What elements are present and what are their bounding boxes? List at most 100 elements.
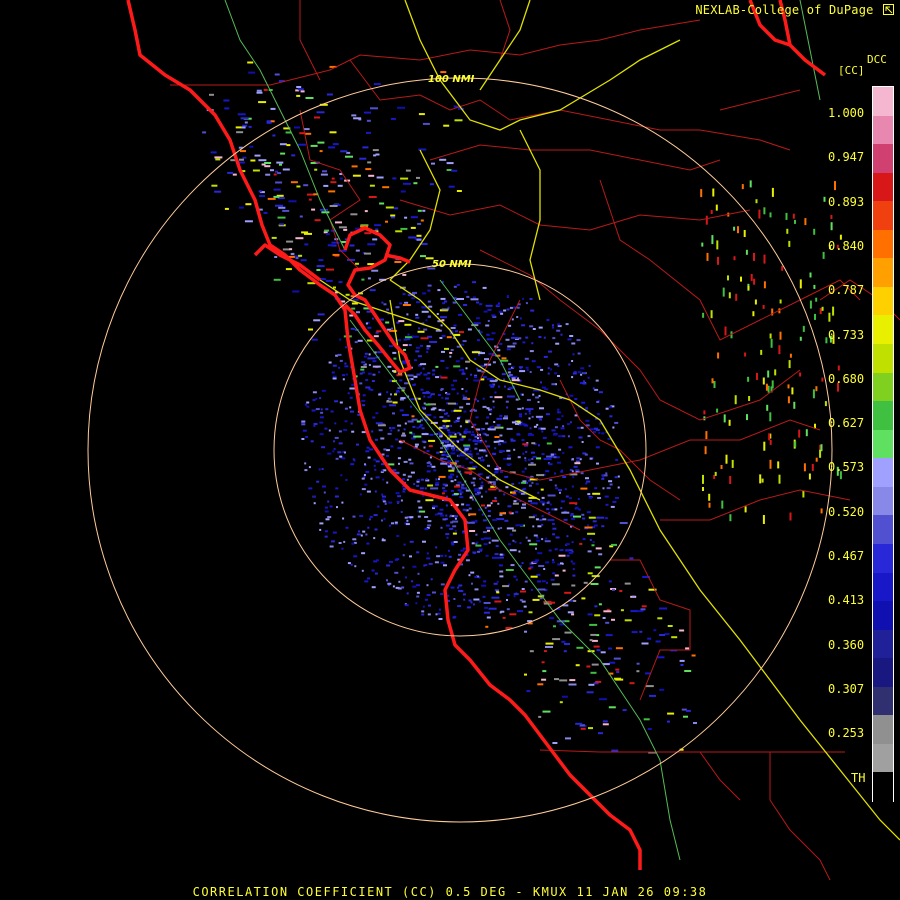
- radar-map: 100 NMI 50 NMI: [0, 0, 900, 900]
- echo-pixel: [432, 369, 436, 372]
- echo-pixel: [582, 517, 586, 520]
- echo-pixel: [353, 459, 356, 462]
- echo-pixel: [479, 441, 483, 444]
- echo-pixel: [608, 480, 613, 483]
- echo-pixel: [447, 414, 450, 417]
- echo-pixel: [371, 317, 374, 320]
- echo-pixel: [486, 616, 491, 619]
- echo-pixel: [571, 584, 576, 587]
- echo-pixel: [417, 222, 422, 225]
- echo-pixel: [582, 371, 586, 374]
- echo-pixel: [577, 498, 580, 500]
- echo-pixel: [496, 518, 505, 521]
- echo-pixel: [588, 727, 593, 730]
- echo-pixel: [555, 342, 560, 345]
- echo-pixel: [591, 639, 598, 642]
- echo-pixel: [513, 448, 516, 451]
- echo-pixel: [566, 535, 569, 538]
- external-link-icon[interactable]: [883, 4, 894, 15]
- echo-pixel: [647, 637, 652, 640]
- echo-pixel: [617, 475, 620, 478]
- echo-pixel: [430, 487, 439, 490]
- echo-pixel: [506, 348, 511, 351]
- echo-pixel: [402, 344, 408, 347]
- echo-pixel: [306, 405, 310, 408]
- echo-pixel: [737, 226, 739, 234]
- echo-pixel: [498, 310, 503, 313]
- echo-pixel: [473, 484, 476, 487]
- echo-pixel: [480, 459, 485, 462]
- echo-pixel: [490, 380, 497, 383]
- echo-pixel: [465, 360, 471, 363]
- echo-pixel: [478, 457, 481, 460]
- echo-pixel: [345, 478, 348, 481]
- echo-pixel: [536, 474, 545, 477]
- echo-pixel: [474, 376, 478, 378]
- echo-pixel: [601, 432, 605, 435]
- echo-pixel: [745, 249, 748, 255]
- echo-pixel: [290, 181, 298, 184]
- echo-pixel: [474, 447, 478, 450]
- echo-pixel: [571, 470, 574, 473]
- echo-pixel: [452, 525, 457, 528]
- echo-pixel: [491, 452, 496, 455]
- echo-pixel: [601, 477, 605, 480]
- echo-pixel: [455, 360, 460, 363]
- echo-pixel: [362, 394, 366, 397]
- echo-pixel: [317, 141, 325, 144]
- echo-pixel: [263, 211, 268, 214]
- echo-pixel: [575, 506, 579, 509]
- echo-pixel: [426, 450, 430, 453]
- echo-pixel: [496, 580, 499, 583]
- echo-pixel: [209, 93, 214, 96]
- echo-pixel: [440, 561, 445, 564]
- echo-pixel: [594, 614, 601, 617]
- echo-pixel: [593, 645, 600, 648]
- echo-pixel: [420, 344, 423, 347]
- echo-pixel: [421, 310, 429, 313]
- echo-pixel: [369, 289, 376, 292]
- echo-pixel: [521, 393, 524, 396]
- echo-pixel: [344, 365, 349, 368]
- echo-pixel: [443, 490, 448, 492]
- echo-pixel: [274, 73, 280, 76]
- echo-pixel: [487, 428, 496, 431]
- echo-pixel: [459, 454, 464, 457]
- echo-pixel: [470, 373, 473, 376]
- echo-pixel: [394, 558, 398, 561]
- echo-pixel: [402, 566, 405, 569]
- echo-pixel: [430, 578, 433, 581]
- echo-pixel: [419, 510, 426, 513]
- echo-pixel: [569, 394, 574, 397]
- echo-pixel: [374, 572, 378, 575]
- echo-pixel: [352, 298, 359, 301]
- echo-pixel: [343, 540, 346, 543]
- echo-pixel: [429, 456, 432, 459]
- echo-pixel: [409, 462, 414, 465]
- echo-pixel: [532, 393, 535, 396]
- echo-pixel: [565, 323, 569, 326]
- echo-pixel: [504, 475, 509, 478]
- echo-pixel: [423, 402, 426, 405]
- echo-pixel: [461, 590, 464, 593]
- echo-pixel: [295, 257, 299, 260]
- echo-pixel: [547, 367, 550, 370]
- echo-pixel: [421, 427, 425, 430]
- echo-pixel: [372, 373, 376, 376]
- echo-pixel: [319, 433, 324, 436]
- echo-pixel: [407, 333, 410, 336]
- echo-pixel: [410, 471, 415, 474]
- echo-pixel: [527, 434, 534, 436]
- echo-pixel: [541, 678, 547, 681]
- echo-pixel: [304, 462, 307, 465]
- echo-pixel: [320, 408, 323, 411]
- echo-pixel: [571, 360, 574, 362]
- echo-pixel: [370, 107, 378, 110]
- echo-pixel: [416, 584, 420, 587]
- echo-pixel: [578, 436, 583, 439]
- echo-pixel: [394, 207, 399, 210]
- echo-pixel: [565, 495, 569, 498]
- echo-pixel: [404, 422, 407, 425]
- echo-pixel: [508, 387, 513, 390]
- echo-pixel: [485, 422, 489, 425]
